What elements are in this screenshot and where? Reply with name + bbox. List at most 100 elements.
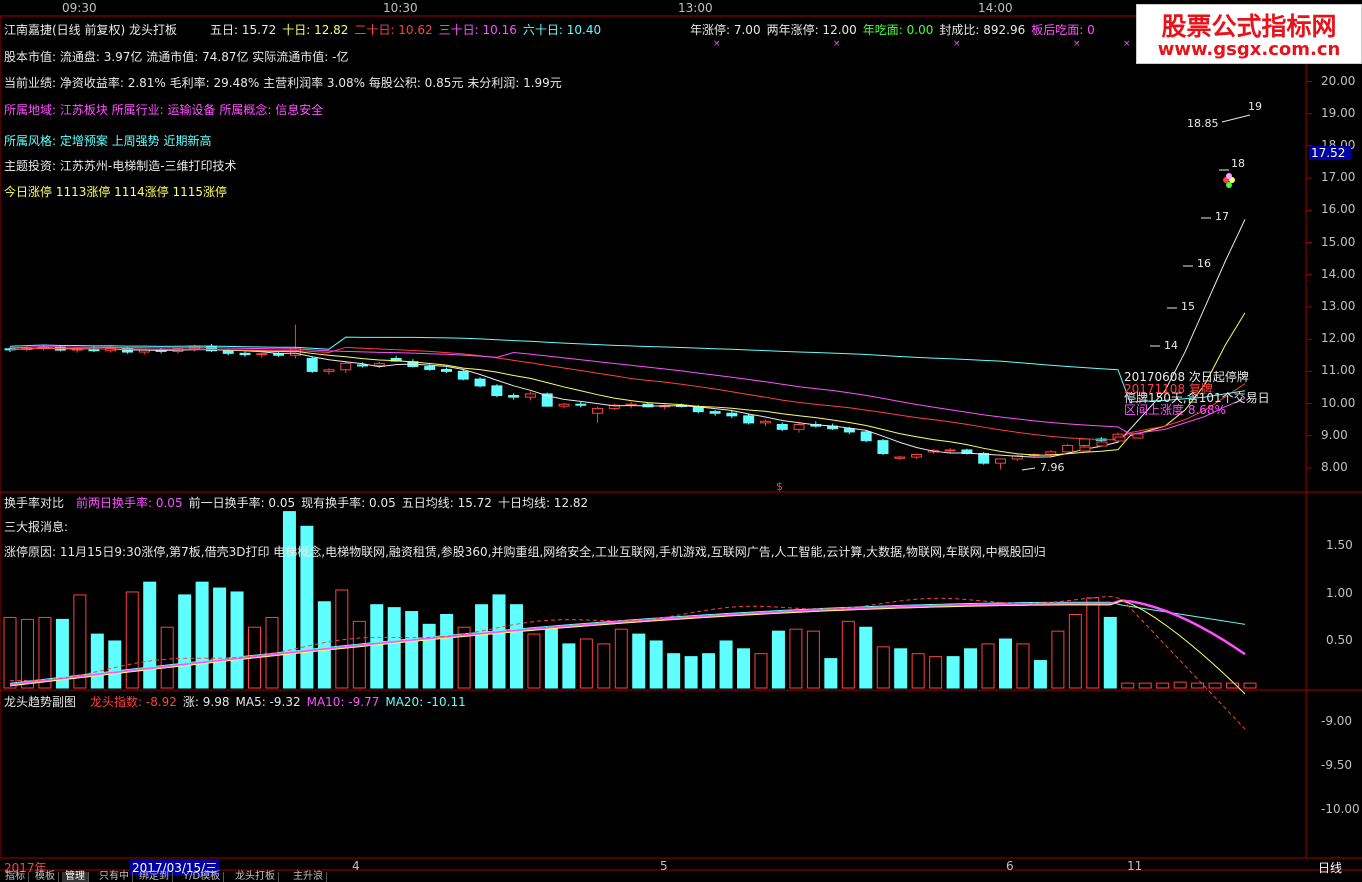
price-tick-4: 16.00 (1321, 202, 1356, 217)
turnover-bar-61 (1068, 614, 1082, 689)
step-label-14: 14 (1164, 339, 1178, 352)
info-limit-up: 今日涨停 1113涨停 1114涨停 1115涨停 (4, 185, 228, 199)
turnover-legend-item-4: 十日均线: 12.82 (497, 496, 589, 510)
resume-candle-3 (1079, 446, 1091, 452)
stats-legend-item-2: 年吃面: 0.00 (862, 23, 934, 37)
low-arrow (1021, 467, 1036, 471)
price-tick-5: 15.00 (1321, 234, 1356, 249)
turnover-bar-13 (230, 591, 244, 689)
bottom-tab-3[interactable]: 只有中 (96, 872, 133, 882)
stats-legend-item-4: 板后吃面: 0 (1031, 23, 1095, 37)
info-theme: 主题投资: 江苏苏州-电梯制造-三维打印技术 (4, 159, 237, 173)
price-tick-7: 13.00 (1321, 298, 1356, 313)
stats-legend-item-3: 封成比: 892.96 (939, 23, 1026, 37)
high-target-label: 19 (1248, 100, 1262, 113)
bottom-tab-7[interactable]: 主升浪 (290, 872, 327, 882)
watermark-title: 股票公式指标网 (1161, 12, 1337, 41)
bottom-tab-1[interactable]: 模板 (32, 872, 59, 882)
turnover-bar-45 (789, 628, 803, 689)
turnover-legend-item-1: 前一日换手率: 0.05 (188, 496, 296, 510)
candle-28 (474, 377, 486, 388)
price-tick-1: 19.00 (1321, 105, 1356, 120)
turnover-bar-23 (405, 611, 419, 689)
turnover-bar-53 (929, 656, 943, 689)
turnover-bar-56 (981, 643, 995, 689)
ma-line-ma30 (9, 346, 1246, 435)
period-selector[interactable]: 日线 (1318, 859, 1342, 876)
top-marker-4: × (1123, 39, 1131, 49)
price-tick-9: 11.00 (1321, 363, 1356, 378)
turnover-bar-42 (737, 648, 751, 689)
turnover-bar-69 (1208, 682, 1222, 689)
turnover-bar-29 (509, 604, 523, 689)
turnover-bar-62 (1086, 597, 1100, 689)
watermark-logo: 股票公式指标网 www.gsgx.com.cn (1136, 4, 1362, 64)
ma-line-ma5 (9, 219, 1246, 458)
bottom-tab-0[interactable]: 指标 (2, 872, 29, 882)
info-market-cap: 股本市值: 流通盘: 3.97亿 流通市值: 74.87亿 实际流通市值: -亿 (4, 50, 349, 64)
turnover-bar-24 (422, 623, 436, 689)
turnover-bar-39 (684, 656, 698, 689)
ma-line-ma10 (9, 312, 1246, 456)
high-price-label: 18.85 (1187, 117, 1219, 130)
turnover-bar-40 (702, 653, 716, 689)
candle-20 (340, 361, 352, 373)
bottom-tab-5[interactable]: Y/D模板 (180, 872, 225, 882)
bottom-tab-4[interactable]: 绑定到 (136, 872, 173, 882)
candle-53 (894, 455, 906, 460)
candle-35 (592, 406, 604, 423)
turnover-bar-55 (964, 648, 978, 689)
trend-legend-item-4: MA20: -10.11 (385, 695, 466, 709)
bottom-tab-2[interactable]: 管理 (62, 872, 89, 882)
candle-18 (306, 356, 318, 373)
trend-legend: 龙头指数: -8.92 涨: 9.98 MA5: -9.32 MA10: -9.77 M… (90, 693, 472, 710)
turnover-bar-36 (632, 633, 646, 689)
candle-52 (877, 439, 889, 456)
turnover-bar-34 (597, 643, 611, 689)
ma-legend: 五日: 15.72 十日: 12.82 二十日: 10.62 三十日: 10.16 六十… (210, 21, 607, 38)
annotation-range-rise: 区间上涨度 8.68% (1124, 403, 1226, 417)
trend-tick-900: -9.00 (1321, 714, 1353, 728)
candle-26 (440, 367, 452, 373)
candle-33 (558, 402, 570, 409)
time-tick-1400: 14:00 (978, 1, 1013, 15)
candle-46 (776, 422, 788, 431)
stats-legend-item-1: 两年涨停: 12.00 (766, 23, 857, 37)
limit-up-reason: 涨停原因: 11月15日9:30涨停,第7板,借壳3D打印 电梯概念,电梯物联网… (4, 545, 1046, 559)
turnover-bar-16 (282, 511, 296, 689)
trend-legend-item-3: MA10: -9.77 (306, 695, 380, 709)
time-tick-1300: 13:00 (678, 1, 713, 15)
candle-27 (457, 369, 469, 381)
candle-56 (944, 448, 956, 453)
turnover-bar-7 (125, 591, 139, 689)
turnover-bar-18 (317, 601, 331, 689)
step-label-16: 16 (1197, 257, 1211, 270)
ma-legend-item-4: 六十日: 10.40 (522, 23, 602, 37)
candle-29 (491, 384, 503, 398)
turnover-bar-9 (160, 626, 174, 689)
candle-31 (524, 391, 536, 401)
info-region: 所属地域: 江苏板块 所属行业: 运输设备 所属概念: 信息安全 (4, 103, 324, 117)
date-month-4: 4 (352, 859, 360, 873)
date-month-6: 6 (1006, 859, 1014, 873)
resume-candle-0 (1114, 436, 1126, 442)
trend-legend-item-0: 龙头指数: -8.92 (90, 695, 177, 709)
turnover-bar-71 (1243, 682, 1257, 689)
turnover-bar-66 (1156, 682, 1170, 689)
trend-legend-item-2: MA5: -9.32 (235, 695, 301, 709)
turnover-legend-item-3: 五日均线: 15.72 (401, 496, 492, 510)
time-tick-0930: 09:30 (62, 1, 97, 15)
time-tick-1030: 10:30 (383, 1, 418, 15)
turnover-bar-10 (178, 594, 192, 689)
candle-14 (239, 351, 251, 357)
turnover-bar-1 (20, 618, 34, 689)
turnover-bar-21 (370, 604, 384, 689)
ma-legend-item-0: 五日: 15.72 (210, 23, 277, 37)
candle-47 (793, 422, 805, 433)
step-label-18: 18 (1231, 157, 1245, 170)
candle-16 (273, 351, 285, 357)
turnover-bar-4 (73, 594, 87, 689)
turnover-bar-0 (3, 616, 17, 689)
bottom-tab-6[interactable]: 龙头打板 (232, 872, 279, 882)
watermark-url: www.gsgx.com.cn (1157, 39, 1341, 60)
